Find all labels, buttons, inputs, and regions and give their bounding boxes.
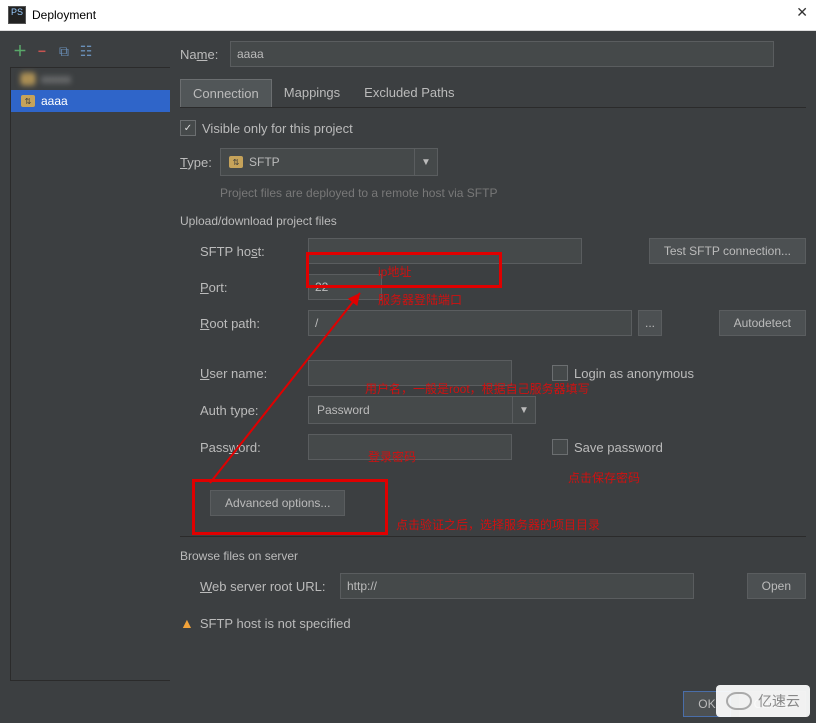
- type-dropdown[interactable]: ⇅ SFTP ▼: [220, 148, 438, 176]
- type-hint: Project files are deployed to a remote h…: [220, 186, 806, 200]
- main-panel: Name: Connection Mappings Excluded Paths…: [180, 41, 806, 681]
- warning-text: SFTP host is not specified: [200, 616, 351, 631]
- server-icon: ⇅: [21, 73, 35, 85]
- advanced-options-button[interactable]: Advanced options...: [210, 490, 345, 516]
- tree-item-selected[interactable]: ⇅ aaaa: [11, 90, 170, 112]
- sftp-icon: ⇅: [229, 156, 243, 168]
- server-icon: ⇅: [21, 95, 35, 107]
- auth-type-dropdown[interactable]: Password ▼: [308, 396, 536, 424]
- sftp-host-label: SFTP host:: [200, 244, 308, 259]
- autodetect-button[interactable]: Autodetect: [719, 310, 806, 336]
- name-label: Name:: [180, 47, 230, 62]
- tab-connection[interactable]: Connection: [180, 79, 272, 107]
- save-password-label: Save password: [574, 440, 663, 455]
- close-icon[interactable]: ✕: [796, 4, 808, 21]
- browse-section-title: Browse files on server: [180, 549, 806, 563]
- copy-icon[interactable]: ⧉: [56, 43, 72, 59]
- login-anon-label: Login as anonymous: [574, 366, 694, 381]
- watermark-text: 亿速云: [758, 691, 800, 711]
- auth-type-label: Auth type:: [200, 403, 308, 418]
- port-input[interactable]: [308, 274, 382, 300]
- root-path-input[interactable]: [308, 310, 632, 336]
- tab-excluded-paths[interactable]: Excluded Paths: [352, 79, 466, 107]
- username-input[interactable]: [308, 360, 512, 386]
- type-value: SFTP: [249, 155, 280, 169]
- servers-sidebar: ＋ − ⧉ ☷ ⇅ xxxxx ⇅ aaaa: [10, 41, 170, 681]
- app-icon: PS: [8, 6, 26, 24]
- watermark: 亿速云: [716, 685, 810, 717]
- title-bar: PS Deployment ✕: [0, 0, 816, 31]
- web-url-input[interactable]: [340, 573, 694, 599]
- visible-only-label: Visible only for this project: [202, 121, 353, 136]
- tab-mappings[interactable]: Mappings: [272, 79, 352, 107]
- tree-item[interactable]: ⇅ xxxxx: [11, 68, 170, 90]
- open-button[interactable]: Open: [747, 573, 806, 599]
- chevron-down-icon: ▼: [414, 149, 437, 175]
- port-label: Port:: [200, 280, 308, 295]
- password-label: Password:: [200, 440, 308, 455]
- browse-path-button[interactable]: ...: [638, 310, 662, 336]
- web-url-label: Web server root URL:: [200, 579, 340, 594]
- servers-tree: ⇅ xxxxx ⇅ aaaa: [10, 67, 170, 681]
- password-input[interactable]: [308, 434, 512, 460]
- chevron-down-icon: ▼: [512, 397, 535, 423]
- annotation-text: 点击验证之后，选择服务器的项目目录: [396, 516, 600, 533]
- upload-section-title: Upload/download project files: [180, 214, 806, 228]
- default-icon[interactable]: ☷: [78, 43, 94, 59]
- tree-item-label: aaaa: [41, 94, 68, 108]
- save-password-checkbox[interactable]: [552, 439, 568, 455]
- root-path-label: Root path:: [200, 316, 308, 331]
- window-title: Deployment: [32, 8, 96, 22]
- add-icon[interactable]: ＋: [12, 43, 28, 59]
- username-label: User name:: [200, 366, 308, 381]
- name-input[interactable]: [230, 41, 774, 67]
- test-connection-button[interactable]: Test SFTP connection...: [649, 238, 806, 264]
- sftp-host-input[interactable]: [308, 238, 582, 264]
- tree-item-label: xxxxx: [41, 72, 71, 86]
- auth-type-value: Password: [317, 403, 370, 417]
- cloud-icon: [726, 692, 752, 710]
- type-label: Type:: [180, 155, 220, 170]
- login-anon-checkbox[interactable]: [552, 365, 568, 381]
- remove-icon[interactable]: −: [34, 43, 50, 59]
- visible-only-checkbox[interactable]: ✓: [180, 120, 196, 136]
- warning-icon: ▲: [180, 615, 194, 631]
